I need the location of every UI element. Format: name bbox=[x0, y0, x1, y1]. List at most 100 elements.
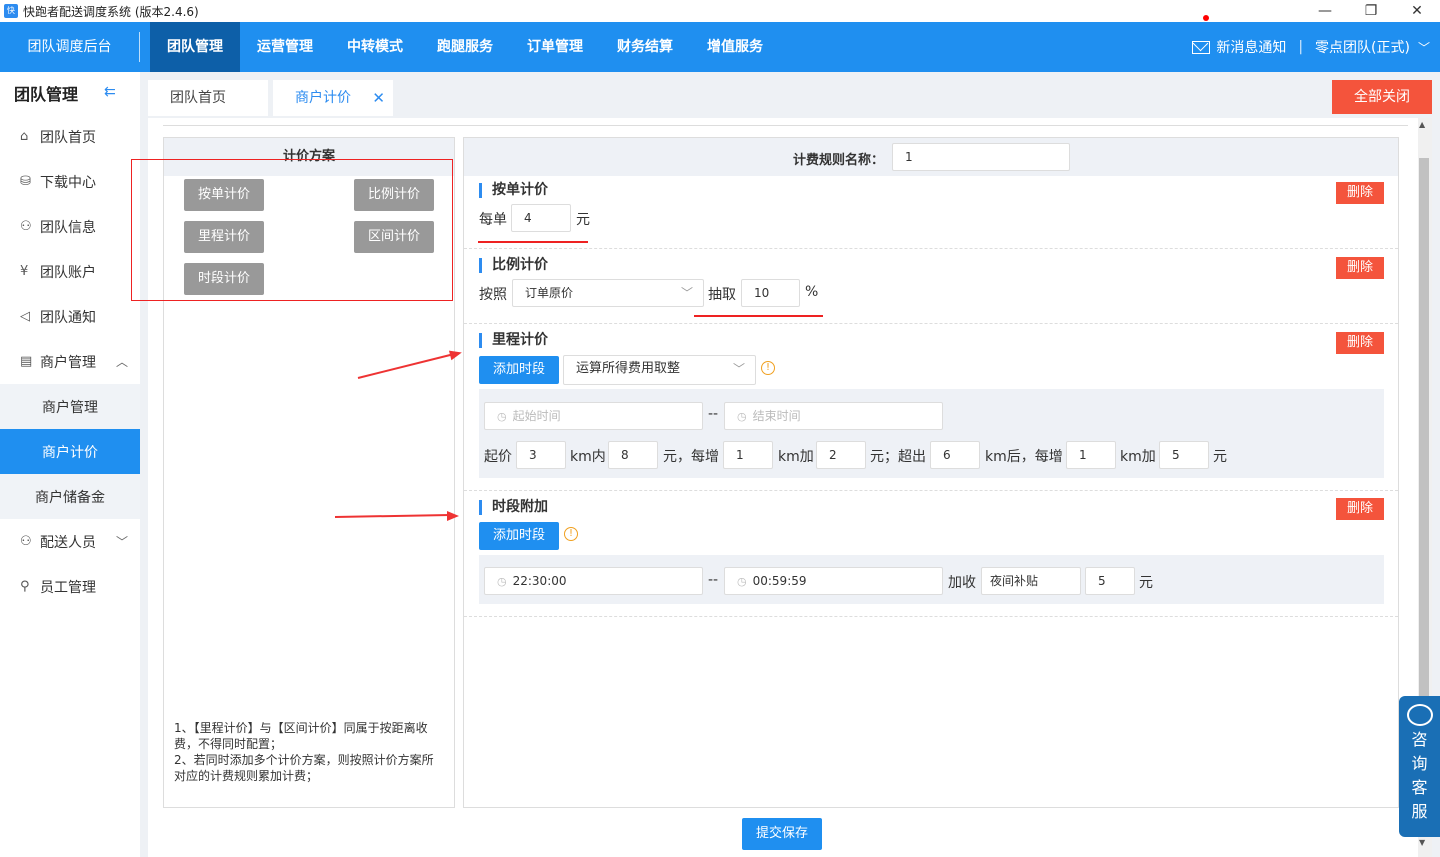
chat-bubble-icon bbox=[1406, 704, 1433, 726]
step-km-label: 元，每增 bbox=[663, 449, 719, 465]
delete-ratio-button[interactable]: 删除 bbox=[1336, 257, 1384, 279]
scroll-down-icon[interactable]: ▼ bbox=[1419, 838, 1425, 847]
tab-label: 团队首页 bbox=[170, 90, 226, 106]
scroll-up-icon[interactable]: ▲ bbox=[1419, 120, 1425, 129]
ratio-percent-input[interactable]: 10 bbox=[741, 279, 800, 307]
exceed-km-input[interactable]: 6 bbox=[930, 441, 980, 469]
sidebar-item-label: 团队信息 bbox=[40, 219, 96, 236]
rounding-select[interactable]: 运算所得费用取整 ﹀ bbox=[563, 355, 756, 385]
delete-per-order-button[interactable]: 删除 bbox=[1336, 182, 1384, 204]
start-time-input[interactable]: ◷ 起始时间 bbox=[484, 402, 703, 430]
sidebar-item-couriers[interactable]: ⚇ 配送人员 ﹀ bbox=[0, 519, 140, 564]
mileage-add-period-button[interactable]: 添加时段 bbox=[479, 356, 559, 384]
delete-period-button[interactable]: 删除 bbox=[1336, 498, 1384, 520]
note-line-2: 2、若同时添加多个计价方案，则按照计价方案所对应的计费规则累加计费； bbox=[174, 753, 434, 783]
base-price-label: 起价 bbox=[484, 449, 512, 465]
select-value: 运算所得费用取整 bbox=[576, 361, 681, 376]
exceed-add-label: km加 bbox=[1120, 449, 1156, 465]
period-add-button[interactable]: 添加时段 bbox=[479, 522, 559, 550]
section-divider bbox=[464, 616, 1398, 617]
step-add-input[interactable]: 2 bbox=[816, 441, 866, 469]
kefu-char: 服 bbox=[1411, 802, 1428, 821]
warning-icon[interactable]: ! bbox=[564, 527, 578, 541]
collapse-sidebar-icon[interactable]: ⇇ bbox=[104, 84, 116, 100]
per-order-unit: 元 bbox=[576, 212, 590, 228]
minimize-button[interactable]: — bbox=[1302, 0, 1348, 22]
close-all-button[interactable]: 全部关闭 bbox=[1332, 80, 1432, 114]
surcharge-unit: 元 bbox=[1139, 575, 1153, 591]
exceed-km-label: 元；超出 bbox=[870, 449, 926, 465]
annotation-underline bbox=[694, 315, 823, 317]
window-title: 快跑者配送调度系统 (版本2.4.6) bbox=[23, 4, 199, 19]
clock-icon: ◷ bbox=[737, 575, 747, 588]
nav-operations[interactable]: 运营管理 bbox=[240, 22, 330, 72]
base-price-input[interactable]: 3 bbox=[516, 441, 566, 469]
step-add-label: km加 bbox=[778, 449, 814, 465]
sidebar-item-download[interactable]: ⛁ 下载中心 bbox=[0, 159, 140, 204]
team-selector[interactable]: 零点团队(正式) bbox=[1315, 37, 1410, 57]
customer-service-widget[interactable]: 咨 询 客 服 bbox=[1399, 696, 1440, 837]
new-message-link[interactable]: 新消息通知 bbox=[1216, 37, 1286, 57]
chevron-down-icon[interactable]: ﹀ bbox=[1418, 39, 1430, 56]
nav-divider: | bbox=[1298, 39, 1304, 55]
scrollbar-thumb[interactable] bbox=[1419, 158, 1429, 698]
sidebar-sub-merchant-management[interactable]: 商户管理 bbox=[0, 384, 140, 429]
pricing-notes: 1、【里程计价】与【区间计价】同属于按距离收费，不得同时配置； 2、若同时添加多… bbox=[174, 720, 444, 784]
staff-icon: ⚲ bbox=[20, 579, 30, 594]
ratio-basis-select[interactable]: 订单原价 ﹀ bbox=[512, 279, 704, 307]
nav-finance[interactable]: 财务结算 bbox=[600, 22, 690, 72]
step-km-input[interactable]: 1 bbox=[723, 441, 773, 469]
per-order-prefix: 每单 bbox=[479, 212, 507, 228]
sidebar-item-team-info[interactable]: ⚇ 团队信息 bbox=[0, 204, 140, 249]
sidebar-item-team-home[interactable]: ⌂ 团队首页 bbox=[0, 114, 140, 159]
surcharge-name-input[interactable]: 夜间补贴 bbox=[981, 567, 1081, 595]
exceed-step-input[interactable]: 1 bbox=[1066, 441, 1116, 469]
sidebar-item-label: 团队通知 bbox=[40, 309, 96, 326]
tab-team-home[interactable]: 团队首页 bbox=[148, 80, 268, 116]
maximize-button[interactable]: ❐ bbox=[1348, 0, 1394, 22]
divider bbox=[163, 125, 1408, 126]
sidebar-item-label: 配送人员 bbox=[40, 534, 96, 551]
warning-icon[interactable]: ! bbox=[761, 361, 775, 375]
period-end-value: 00:59:59 bbox=[752, 574, 807, 588]
speaker-icon: ◁ bbox=[20, 309, 30, 324]
nav-team-management[interactable]: 团队管理 bbox=[150, 22, 240, 72]
sidebar-title: 团队管理 bbox=[14, 85, 79, 104]
surcharge-amount-input[interactable]: 5 bbox=[1085, 567, 1135, 595]
close-window-button[interactable]: ✕ bbox=[1394, 0, 1440, 22]
chevron-down-icon: ﹀ bbox=[732, 362, 745, 376]
tab-merchant-pricing[interactable]: 商户计价 ✕ bbox=[273, 80, 393, 116]
sidebar-item-team-notice[interactable]: ◁ 团队通知 bbox=[0, 294, 140, 339]
exceed-add-input[interactable]: 5 bbox=[1159, 441, 1209, 469]
nav-errand-service[interactable]: 跑腿服务 bbox=[420, 22, 510, 72]
start-time-placeholder: 起始时间 bbox=[512, 409, 561, 423]
mail-icon[interactable] bbox=[1192, 40, 1211, 54]
brand-label[interactable]: 团队调度后台 bbox=[0, 32, 140, 62]
app-icon: 快 bbox=[4, 4, 18, 18]
per-order-price-input[interactable]: 4 bbox=[511, 204, 571, 232]
rule-name-input[interactable]: 1 bbox=[892, 143, 1070, 171]
notification-dot bbox=[1203, 15, 1209, 21]
end-time-placeholder: 结束时间 bbox=[752, 409, 801, 423]
end-time-input[interactable]: ◷ 结束时间 bbox=[724, 402, 943, 430]
period-end-input[interactable]: ◷ 00:59:59 bbox=[724, 567, 943, 595]
period-start-input[interactable]: ◷ 22:30:00 bbox=[484, 567, 703, 595]
close-icon[interactable]: ✕ bbox=[372, 80, 385, 116]
tab-label: 商户计价 bbox=[295, 90, 351, 106]
nav-transfer-mode[interactable]: 中转模式 bbox=[330, 22, 420, 72]
period-start-value: 22:30:00 bbox=[512, 574, 567, 588]
sidebar-item-staff[interactable]: ⚲ 员工管理 bbox=[0, 564, 140, 609]
section-divider bbox=[464, 323, 1398, 324]
delete-mileage-button[interactable]: 删除 bbox=[1336, 332, 1384, 354]
within-km-input[interactable]: 8 bbox=[608, 441, 658, 469]
nav-value-added[interactable]: 增值服务 bbox=[690, 22, 780, 72]
sidebar-sub-merchant-pricing[interactable]: 商户计价 bbox=[0, 429, 140, 474]
sidebar-item-merchant-management[interactable]: ▤ 商户管理 ︿ bbox=[0, 339, 140, 384]
sidebar-item-team-account[interactable]: ¥ 团队账户 bbox=[0, 249, 140, 294]
kefu-char: 询 bbox=[1411, 754, 1428, 773]
sidebar-sub-merchant-reserve[interactable]: 商户储备金 bbox=[0, 474, 140, 519]
chevron-up-icon: ︿ bbox=[115, 355, 128, 369]
sidebar-item-label: 团队首页 bbox=[40, 129, 96, 146]
nav-order-management[interactable]: 订单管理 bbox=[510, 22, 600, 72]
submit-save-button[interactable]: 提交保存 bbox=[742, 818, 822, 850]
